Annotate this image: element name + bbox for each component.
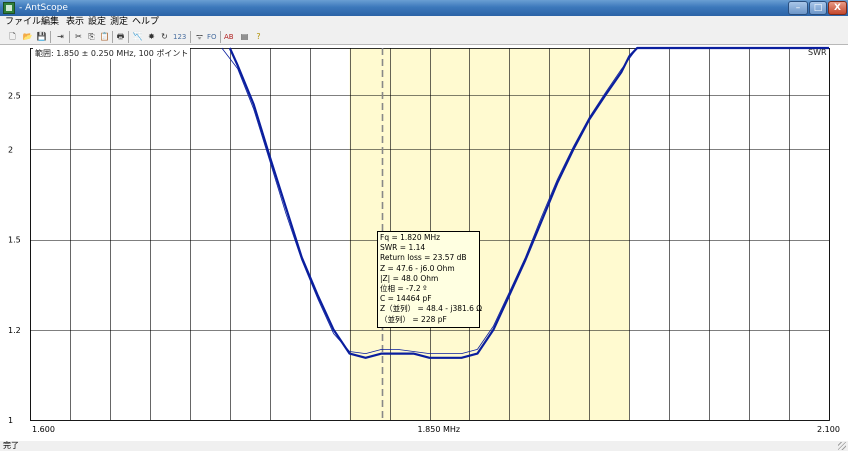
y-tick-label: 1.2 [8,326,21,335]
toolbar-separator [112,31,113,43]
antscope-window: - AntScope – □ X ファイル 編集 表示 設定 測定 ヘルプ 🗋 … [0,0,848,451]
range-label: 範囲: 1.850 ± 0.250 MHz, 100 ポイント [33,48,191,59]
tooltip-capacitance: C = 14464 pF [380,294,432,304]
table-icon[interactable]: ▤ [238,31,251,43]
minimize-button[interactable]: – [788,1,808,15]
toolbar-separator [69,31,70,43]
status-text: 完了 [3,441,19,450]
y-tick-label: 1.5 [8,236,21,245]
menu-file[interactable]: ファイル [5,17,41,28]
menu-help[interactable]: ヘルプ [132,17,159,28]
tooltip-swr: SWR = 1.14 [380,243,426,253]
maximize-button[interactable]: □ [809,1,827,15]
scan-icon[interactable]: ✸ [145,31,158,43]
fo-icon[interactable]: FO [207,31,217,43]
counter-icon[interactable]: 123 [173,31,186,43]
toolbar-separator [50,31,51,43]
toolbar: 🗋 📂 💾 ⇥ ✂ ⎘ 📋 🖶 📉 ✸ ↻ 123 ᯤ FO AB ▤ ? [0,29,848,45]
swr-chart[interactable]: 1 1.2 1.5 2 2.5 1.600 1.850 MHz 2.100 範囲: 1.850… [0,45,848,441]
x-tick-label: 1.850 MHz [418,425,461,434]
status-bar: 完了 [0,441,848,451]
antenna-icon[interactable]: ᯤ [193,31,206,43]
y-tick-label: 2 [8,145,13,154]
print-icon[interactable]: 🖶 [114,31,127,43]
cursor-tooltip: Fq = 1.820 MHz SWR = 1.14 Return loss = … [377,231,483,328]
x-tick-label: 2.100 [817,425,840,434]
toolbar-separator [220,31,221,43]
x-tick-label: 1.600 [32,425,55,434]
toolbar-separator [128,31,129,43]
paste-icon[interactable]: 📋 [98,31,111,43]
tooltip-return-loss: Return loss = 23.57 dB [380,253,467,263]
tooltip-impedance: Z = 47.6 - j6.0 Ohm [380,263,455,273]
chart-icon[interactable]: 📉 [131,31,144,43]
close-button[interactable]: X [828,1,847,15]
toolbar-separator [190,31,191,43]
app-icon [3,2,15,14]
menu-view[interactable]: 表示 [66,17,84,28]
refresh-icon[interactable]: ↻ [158,31,171,43]
title-bar[interactable]: - AntScope – □ X [0,0,848,16]
markers-icon[interactable]: AB [224,31,234,43]
y-tick-label: 1 [8,416,13,425]
tooltip-parallel-impedance: Z（並列） = 48.4 - j381.6 Ω [380,304,483,314]
window-title: - AntScope [19,3,68,13]
menu-settings[interactable]: 設定 [88,17,106,28]
tooltip-phase: 位相 = -7.2 º [380,284,427,294]
tooltip-frequency: Fq = 1.820 MHz [380,233,441,242]
resize-grip-icon[interactable] [838,442,846,450]
new-icon[interactable]: 🗋 [6,31,19,43]
menu-bar: ファイル 編集 表示 設定 測定 ヘルプ [0,16,848,29]
export-icon[interactable]: ⇥ [54,31,67,43]
open-icon[interactable]: 📂 [21,31,34,43]
parameter-label: SWR [808,48,827,57]
save-icon[interactable]: 💾 [35,31,48,43]
copy-icon[interactable]: ⎘ [85,31,98,43]
menu-edit[interactable]: 編集 [41,17,59,28]
y-tick-label: 2.5 [8,91,21,100]
cut-icon[interactable]: ✂ [72,31,85,43]
help-icon[interactable]: ? [252,31,265,43]
tooltip-parallel-capacitance: （並列） = 228 pF [380,314,447,324]
menu-measure[interactable]: 測定 [110,17,128,28]
tooltip-impedance-magnitude: |Z| = 48.0 Ohm [380,273,439,283]
